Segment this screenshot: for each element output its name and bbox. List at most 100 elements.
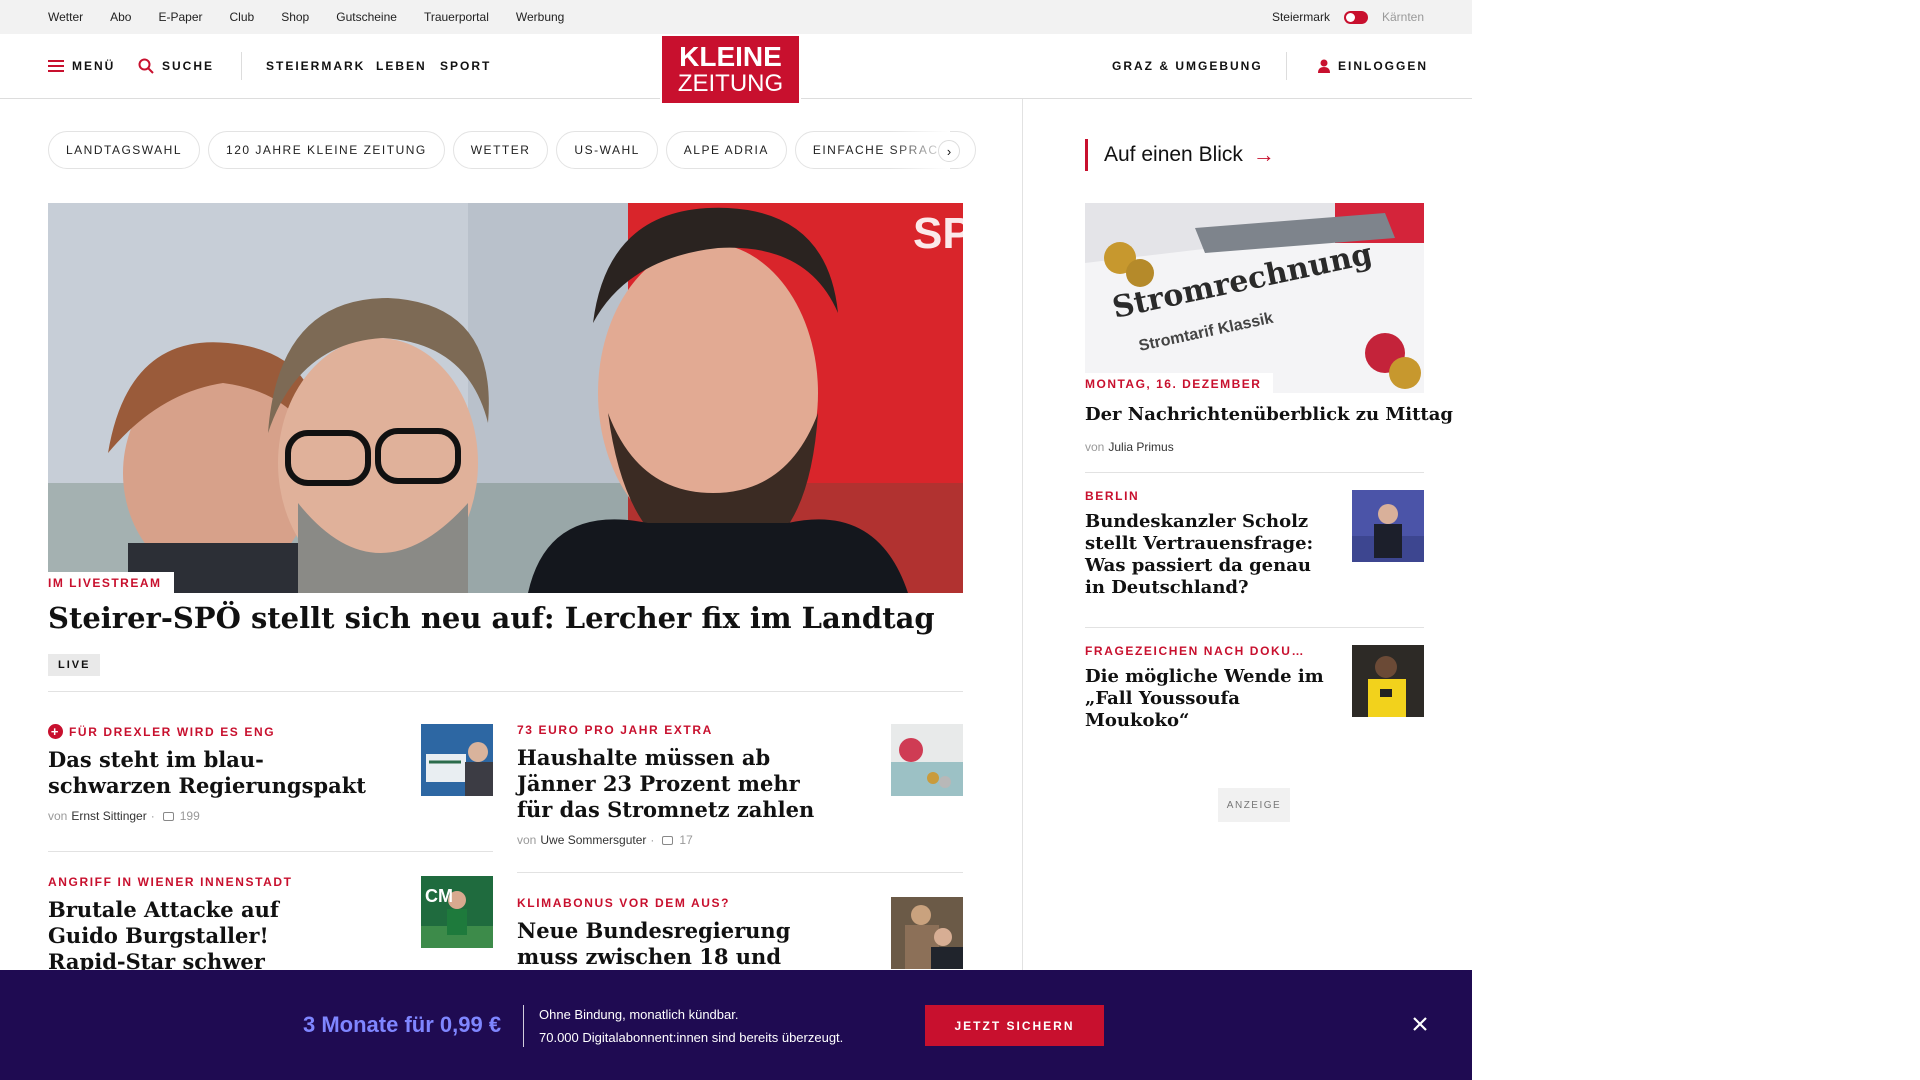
region-switch: Steiermark Kärnten: [1272, 0, 1424, 34]
article-headline[interactable]: Haushalte müssen ab Jänner 23 Prozent me…: [517, 745, 817, 823]
region-link-graz[interactable]: GRAZ & UMGEBUNG: [1112, 34, 1263, 98]
article-divider: [48, 851, 493, 852]
promo-price: 3 Monate für 0,99 €: [303, 1012, 502, 1037]
promo-line-2: 70.000 Digitalabonnent:innen sind bereit…: [539, 1030, 844, 1045]
menu-button[interactable]: MENÜ: [48, 34, 115, 98]
article-card[interactable]: 73 EURO PRO JAHR EXTRA Haushalte müssen …: [517, 723, 817, 847]
byline-prefix: von: [48, 809, 68, 823]
close-icon[interactable]: [1408, 1012, 1432, 1036]
thumbnail-photo: CM: [421, 876, 493, 948]
logo-line-1: KLEINE: [679, 40, 782, 72]
hero-divider: [48, 691, 963, 692]
utility-links: Wetter Abo E-Paper Club Shop Gutscheine …: [48, 0, 564, 34]
thumbnail-photo: [1352, 490, 1424, 562]
utility-link-shop[interactable]: Shop: [281, 10, 309, 24]
tag-120-jahre[interactable]: 120 JAHRE KLEINE ZEITUNG: [208, 131, 445, 169]
sidebar-item-thumbnail[interactable]: [1352, 490, 1424, 562]
arrow-right-icon: →: [1252, 142, 1275, 167]
chevron-right-icon: ›: [946, 143, 952, 159]
sidebar-lead-image[interactable]: Stromrechnung Stromtarif Klassik: [1085, 203, 1424, 393]
utility-link-trauerportal[interactable]: Trauerportal: [424, 10, 489, 24]
sidebar-heading[interactable]: Auf einen Blick →: [1085, 139, 1275, 171]
sidebar-lead-date: MONTAG, 16. DEZEMBER: [1085, 373, 1274, 395]
article-thumbnail[interactable]: CM: [421, 876, 493, 948]
tags-next-button[interactable]: ›: [938, 140, 960, 162]
utility-link-epaper[interactable]: E-Paper: [158, 10, 202, 24]
sidebar-item[interactable]: FRAGEZEICHEN NACH DOKU… Die mögliche Wen…: [1085, 644, 1335, 732]
search-label: SUCHE: [162, 59, 215, 73]
topic-tags: LANDTAGSWAHL 120 JAHRE KLEINE ZEITUNG WE…: [48, 131, 977, 169]
article-kicker: 73 EURO PRO JAHR EXTRA: [517, 723, 713, 737]
article-thumbnail[interactable]: [891, 724, 963, 796]
kleine-zeitung-logo[interactable]: KLEINE ZEITUNG: [660, 34, 801, 105]
thumbnail-photo: [891, 724, 963, 796]
article-thumbnail[interactable]: [891, 897, 963, 969]
search-icon: [138, 58, 154, 74]
region-steiermark[interactable]: Steiermark: [1272, 10, 1330, 24]
utility-link-wetter[interactable]: Wetter: [48, 10, 83, 24]
promo-line-1: Ohne Bindung, monatlich kündbar.: [539, 1007, 739, 1022]
hero-headline[interactable]: Steirer-SPÖ stellt sich neu auf: Lercher…: [48, 601, 935, 635]
utility-link-abo[interactable]: Abo: [110, 10, 131, 24]
article-byline: von Uwe Sommersguter · 17: [517, 833, 817, 847]
article-headline[interactable]: Das steht im blau-schwarzen Regierungspa…: [48, 747, 378, 799]
sidebar-divider: [1085, 472, 1424, 473]
login-label: EINLOGGEN: [1338, 59, 1429, 73]
article-card[interactable]: + FÜR DREXLER WIRD ES ENG Das steht im bl…: [48, 724, 378, 823]
comment-count[interactable]: 199: [180, 809, 200, 823]
utility-link-werbung[interactable]: Werbung: [516, 10, 564, 24]
thumbnail-photo: [1352, 645, 1424, 717]
utility-link-club[interactable]: Club: [230, 10, 255, 24]
region-kaernten[interactable]: Kärnten: [1382, 10, 1424, 24]
comment-icon: [662, 835, 674, 845]
byline-prefix: von: [517, 833, 537, 847]
sidebar-item-kicker: BERLIN: [1085, 489, 1140, 503]
comment-count[interactable]: 17: [679, 833, 692, 847]
column-divider: [1022, 99, 1023, 970]
main-header: MENÜ SUCHE STEIERMARK LEBEN SPORT KLEINE…: [0, 34, 1472, 105]
article-byline: von Ernst Sittinger · 199: [48, 809, 378, 823]
stromrechnung-photo: Stromrechnung Stromtarif Klassik: [1085, 203, 1424, 393]
article-author[interactable]: Ernst Sittinger: [71, 809, 146, 823]
sidebar-lead-byline: von Julia Primus: [1085, 440, 1174, 454]
article-kicker: + FÜR DREXLER WIRD ES ENG: [48, 724, 378, 739]
svg-text:CM: CM: [425, 886, 453, 906]
header-divider: [241, 52, 242, 80]
region-toggle[interactable]: [1343, 10, 1368, 24]
article-author[interactable]: Julia Primus: [1108, 440, 1173, 454]
subscribe-button[interactable]: JETZT SICHERN: [925, 1005, 1104, 1046]
promo-text: Ohne Bindung, monatlich kündbar. 70.000 …: [539, 1003, 843, 1049]
comment-icon: [162, 811, 174, 821]
sidebar-lead-headline[interactable]: Der Nachrichtenüberblick zu Mittag: [1085, 404, 1453, 426]
hero-kicker: IM LIVESTREAM: [48, 572, 174, 594]
tag-landtagswahl[interactable]: LANDTAGSWAHL: [48, 131, 201, 169]
sidebar-item-thumbnail[interactable]: [1352, 645, 1424, 717]
article-kicker: ANGRIFF IN WIENER INNENSTADT: [48, 875, 293, 889]
sidebar-item[interactable]: BERLIN Bundeskanzler Scholz stellt Vertr…: [1085, 489, 1335, 599]
sidebar-heading-text: Auf einen Blick: [1104, 143, 1243, 166]
nav-steiermark[interactable]: STEIERMARK: [266, 34, 365, 98]
article-thumbnail[interactable]: [421, 724, 493, 796]
hero-image[interactable]: SP: [48, 203, 963, 593]
ad-label: ANZEIGE: [1218, 788, 1290, 822]
article-author[interactable]: Uwe Sommersguter: [540, 833, 646, 847]
svg-text:SP: SP: [913, 209, 963, 258]
sidebar-item-headline[interactable]: Die mögliche Wende im „Fall Youssoufa Mo…: [1085, 666, 1335, 732]
byline-prefix: von: [1085, 440, 1105, 454]
nav-leben[interactable]: LEBEN: [376, 34, 427, 98]
sidebar-item-headline[interactable]: Bundeskanzler Scholz stellt Vertrauensfr…: [1085, 511, 1335, 599]
hero-photo: SP: [48, 203, 963, 593]
tag-us-wahl[interactable]: US-WAHL: [556, 131, 658, 169]
login-button[interactable]: EINLOGGEN: [1318, 34, 1428, 98]
user-icon: [1318, 59, 1330, 73]
tag-alpe-adria[interactable]: ALPE ADRIA: [665, 131, 787, 169]
search-button[interactable]: SUCHE: [138, 34, 214, 98]
thumbnail-photo: [421, 724, 493, 796]
promo-divider: [523, 1005, 524, 1047]
nav-sport[interactable]: SPORT: [440, 34, 491, 98]
sidebar-divider: [1085, 627, 1424, 628]
byline-dot: ·: [150, 809, 155, 823]
tag-wetter[interactable]: WETTER: [452, 131, 549, 169]
sidebar-item-kicker: FRAGEZEICHEN NACH DOKU…: [1085, 644, 1306, 658]
utility-link-gutscheine[interactable]: Gutscheine: [336, 10, 397, 24]
